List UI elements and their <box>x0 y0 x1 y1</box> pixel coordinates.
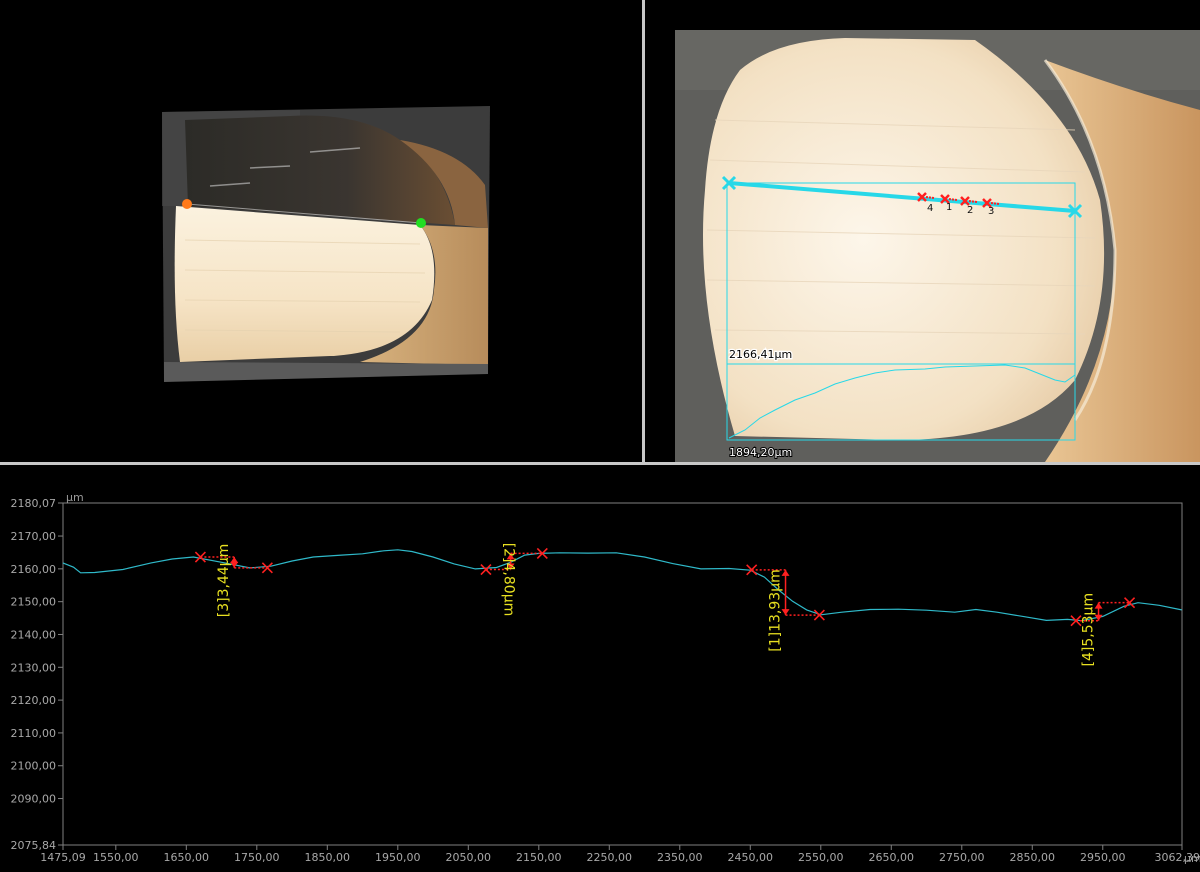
y-unit-label: µm <box>66 491 84 504</box>
x-tick-label: 1550,00 <box>93 851 139 864</box>
y-tick-label: 2110,00 <box>11 727 57 740</box>
specimen-photo <box>675 30 1200 462</box>
y-axis: 2180,07 2170,00 2160,00 2150,00 2140,00 2130,… <box>11 497 63 852</box>
profile-chart-panel[interactable]: µm µm 2180,07 2170,00 2160,00 2150,00 2140,0… <box>0 465 1200 872</box>
x-tick-label: 3062,39 <box>1155 851 1200 864</box>
x-axis: 1475,09 1550,00 1650,00 1750,00 1850,00 1950,… <box>40 845 1200 864</box>
y-tick-label: 2120,00 <box>11 694 57 707</box>
x-tick-label: 2650,00 <box>869 851 915 864</box>
y-tick-label: 2090,00 <box>11 793 57 806</box>
profile-chart[interactable]: µm µm 2180,072170,002160,002150,002140,0… <box>0 465 1200 872</box>
profile-start-marker[interactable] <box>182 199 192 209</box>
x-tick-label: 2550,00 <box>798 851 844 864</box>
photo-marker-label: 3 <box>988 206 994 217</box>
surface-mesh <box>162 106 490 382</box>
measurement-label: [4]5,53µm <box>1081 593 1097 667</box>
x-tick-label: 2850,00 <box>1010 851 1056 864</box>
x-tick-label: 1650,00 <box>164 851 210 864</box>
measurement-4[interactable]: [4]5,53µm <box>1070 593 1136 667</box>
y-tick-label: 2160,00 <box>11 563 57 576</box>
surface-3d-canvas[interactable] <box>0 0 642 462</box>
y-tick-label: 2170,00 <box>11 530 57 543</box>
photo-marker-label: 4 <box>927 203 933 214</box>
measurement-label: [3]3,44µm <box>216 544 232 618</box>
x-tick-label: 1750,00 <box>234 851 280 864</box>
scale-top-label: 2166,41µm <box>729 348 792 361</box>
x-tick-label: 2250,00 <box>587 851 633 864</box>
optical-image-view[interactable]: 4 1 2 3 2166,41µm 1894,20µm <box>645 0 1200 462</box>
x-tick-label: 1950,00 <box>375 851 421 864</box>
x-tick-label: 1475,09 <box>40 851 86 864</box>
y-tick-label: 2150,00 <box>11 596 57 609</box>
x-tick-label: 2150,00 <box>516 851 562 864</box>
x-tick-label: 1850,00 <box>305 851 351 864</box>
scale-bottom-label: 1894,20µm <box>729 446 792 459</box>
photo-marker-label: 2 <box>967 205 973 216</box>
measurement-label: [2]4,80µm <box>501 543 517 617</box>
surface-3d-view[interactable] <box>0 0 642 462</box>
measurement-3[interactable]: [1]13,93µm <box>746 564 825 652</box>
profile-end-marker[interactable] <box>416 218 426 228</box>
x-tick-label: 2750,00 <box>939 851 985 864</box>
measurement-1[interactable]: [3]3,44µm <box>194 544 273 618</box>
y-tick-label: 2100,00 <box>11 760 57 773</box>
x-tick-label: 2950,00 <box>1080 851 1126 864</box>
y-tick-label: 2130,00 <box>11 661 57 674</box>
y-tick-label: 2140,00 <box>11 628 57 641</box>
optical-image-canvas[interactable]: 4 1 2 3 2166,41µm 1894,20µm <box>645 0 1200 462</box>
x-tick-label: 2050,00 <box>446 851 492 864</box>
photo-marker-label: 1 <box>946 202 952 213</box>
x-tick-label: 2350,00 <box>657 851 703 864</box>
x-tick-label: 2450,00 <box>728 851 774 864</box>
measurement-label: [1]13,93µm <box>768 569 784 651</box>
y-tick-label: 2180,07 <box>11 497 57 510</box>
